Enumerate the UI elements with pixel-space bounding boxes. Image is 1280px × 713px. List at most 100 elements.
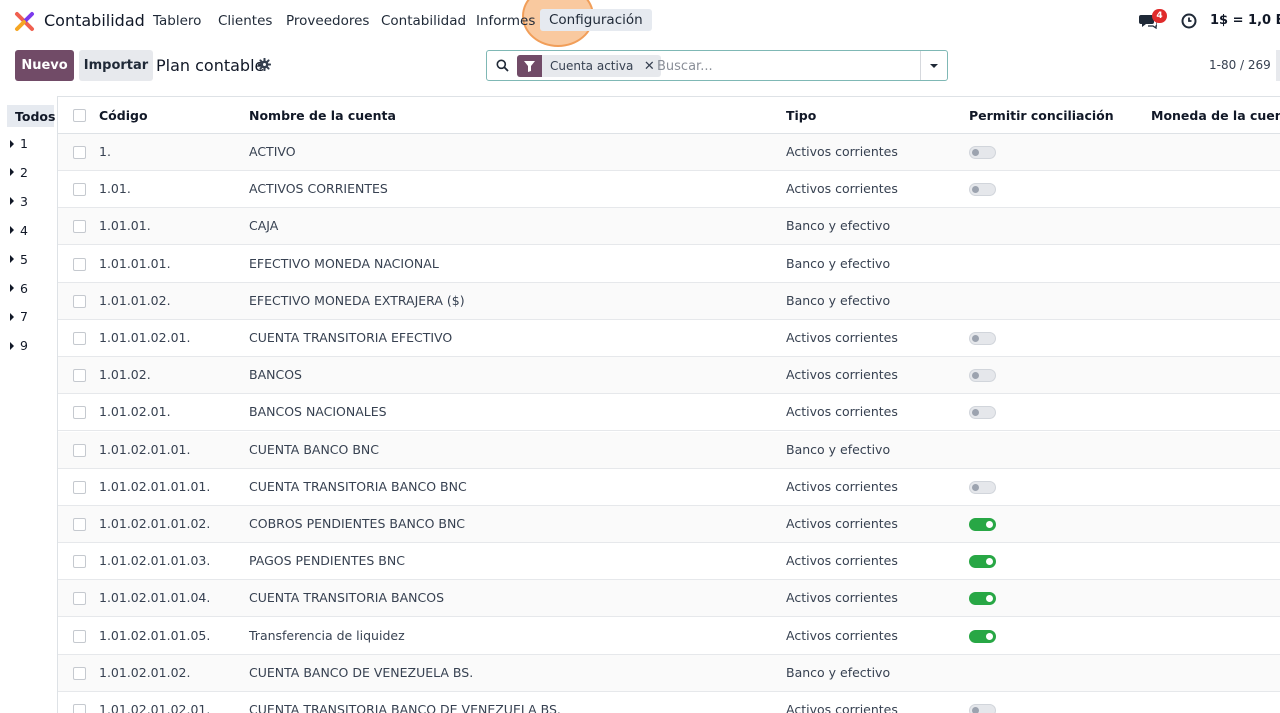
cell-code: 1.01.01.02.01. (99, 330, 191, 345)
sidebar-item-label: 6 (20, 280, 28, 296)
caret-right-icon (10, 168, 14, 177)
cell-name: CUENTA TRANSITORIA BANCO BNC (249, 478, 467, 494)
row-checkbox[interactable] (73, 555, 86, 569)
menu-proveedores[interactable]: Proveedores (286, 13, 369, 29)
menu-clientes[interactable]: Clientes (218, 13, 272, 29)
row-checkbox[interactable] (73, 257, 86, 271)
sidebar-item-group[interactable]: 7 (10, 309, 28, 324)
row-checkbox[interactable] (73, 592, 86, 606)
clock-icon[interactable] (1181, 13, 1197, 29)
row-checkbox[interactable] (73, 629, 86, 643)
sidebar-item-group[interactable]: 9 (10, 338, 28, 353)
sidebar-item-group[interactable]: 3 (10, 194, 28, 209)
table-row[interactable]: 1.01. ACTIVOS CORRIENTES Activos corriente… (58, 171, 1280, 209)
gear-icon[interactable] (258, 58, 271, 71)
top-navbar: Contabilidad Tablero Clientes Proveedore… (0, 0, 1280, 47)
sidebar-item-label: 5 (20, 251, 28, 267)
table-row[interactable]: 1.01.02.01.01. CUENTA BANCO BNC Banco y ef… (58, 431, 1280, 469)
row-checkbox[interactable] (73, 332, 86, 345)
search-bar: Cuenta activa ✕ (486, 50, 948, 81)
row-checkbox[interactable] (73, 480, 86, 494)
table-row[interactable]: 1.01.02.01.01.02. COBROS PENDIENTES BANCO… (58, 506, 1280, 543)
table-row[interactable]: 1.01.01.02.01. CUENTA TRANSITORIA EFECTIV… (58, 320, 1280, 357)
sidebar-item-group[interactable]: 5 (10, 252, 28, 267)
reconcile-toggle[interactable] (969, 629, 996, 643)
column-header-currency[interactable]: Moneda de la cuenta (1151, 108, 1280, 123)
row-checkbox[interactable] (73, 406, 86, 420)
cell-code: 1.01.02.01.01.03. (99, 553, 211, 569)
table-row[interactable]: 1.01.02.01.02.01. CUENTA TRANSITORIA BANC… (58, 692, 1280, 713)
chat-count-badge: 4 (1152, 9, 1167, 23)
reconcile-toggle[interactable] (969, 406, 996, 420)
select-all-checkbox[interactable] (73, 109, 86, 122)
table-row[interactable]: 1.01.01. CAJA Banco y efectivo (58, 208, 1280, 246)
sidebar-item-group[interactable]: 4 (10, 223, 28, 238)
chevron-down-icon (930, 63, 938, 68)
table-row[interactable]: 1.01.02.01.02. CUENTA BANCO DE VENEZUELA … (58, 654, 1280, 692)
caret-right-icon (10, 226, 14, 235)
cell-code: 1.01.02.01.01.05. (99, 627, 211, 643)
table-row[interactable]: 1.01.01.01. EFECTIVO MONEDA NACIONAL Banco… (58, 245, 1280, 283)
column-header-reconcile[interactable]: Permitir conciliación (969, 108, 1114, 123)
cell-type: Activos corrientes (786, 367, 898, 383)
reconcile-toggle[interactable] (969, 704, 996, 713)
accounting-app-logo-icon[interactable] (14, 11, 35, 32)
reconcile-toggle[interactable] (969, 480, 996, 494)
table-row[interactable]: 1.01.02.01.01.04. CUENTA TRANSITORIA BANC… (58, 580, 1280, 618)
reconcile-toggle[interactable] (969, 369, 996, 383)
reconcile-toggle[interactable] (969, 332, 996, 345)
cell-code: 1.01.02. (99, 367, 151, 383)
table-row[interactable]: 1.01.02.01. BANCOS NACIONALES Activos corr… (58, 394, 1280, 432)
cell-name: EFECTIVO MONEDA NACIONAL (249, 255, 439, 271)
cell-name: Transferencia de liquidez (249, 627, 405, 643)
filter-icon (517, 55, 542, 77)
row-checkbox[interactable] (73, 220, 86, 234)
table-row[interactable]: 1. ACTIVO Activos corrientes (58, 134, 1280, 171)
sidebar-item-group[interactable]: 6 (10, 281, 28, 296)
menu-configuracion[interactable]: Configuración (540, 9, 652, 31)
search-icon[interactable] (496, 59, 509, 72)
table-row[interactable]: 1.01.02.01.01.05. Transferencia de liquid… (58, 617, 1280, 655)
reconcile-toggle[interactable] (969, 592, 996, 606)
pager-previous-button[interactable] (1276, 50, 1280, 81)
row-checkbox[interactable] (73, 294, 86, 308)
column-header-type[interactable]: Tipo (786, 108, 816, 123)
reconcile-toggle[interactable] (969, 146, 996, 159)
app-name[interactable]: Contabilidad (44, 11, 145, 30)
sidebar-item-group[interactable]: 2 (10, 165, 28, 180)
menu-contabilidad[interactable]: Contabilidad (381, 13, 466, 29)
reconcile-toggle[interactable] (969, 555, 996, 569)
column-header-code[interactable]: Código (99, 108, 148, 123)
cell-name: CUENTA TRANSITORIA EFECTIVO (249, 330, 453, 345)
close-icon[interactable]: ✕ (641, 55, 657, 77)
row-checkbox[interactable] (73, 369, 86, 383)
cell-name: ACTIVO (249, 144, 296, 159)
reconcile-toggle[interactable] (969, 518, 996, 531)
new-button[interactable]: Nuevo (15, 50, 74, 81)
row-checkbox[interactable] (73, 666, 86, 680)
reconcile-toggle[interactable] (969, 183, 996, 197)
exchange-rate[interactable]: 1$ = 1,0 Bs. (1210, 13, 1280, 28)
table-row[interactable]: 1.01.02.01.01.01. CUENTA TRANSITORIA BANC… (58, 468, 1280, 506)
table-row[interactable]: 1.01.01.02. EFECTIVO MONEDA EXTRAJERA ($)… (58, 282, 1280, 320)
cell-code: 1.01.02.01.01. (99, 441, 191, 457)
sidebar-item-group[interactable]: 1 (10, 136, 28, 151)
import-button[interactable]: Importar (79, 50, 153, 81)
pager-value[interactable]: 1-80 / 269 (1209, 58, 1271, 72)
row-checkbox[interactable] (73, 518, 86, 531)
column-header-name[interactable]: Nombre de la cuenta (249, 108, 396, 123)
row-checkbox[interactable] (73, 443, 86, 457)
cell-name: CUENTA TRANSITORIA BANCOS (249, 590, 445, 606)
table-row[interactable]: 1.01.02.01.01.03. PAGOS PENDIENTES BNC Act… (58, 543, 1280, 581)
row-checkbox[interactable] (73, 704, 86, 713)
menu-tablero[interactable]: Tablero (153, 13, 201, 29)
row-checkbox[interactable] (73, 146, 86, 159)
row-checkbox[interactable] (73, 183, 86, 197)
search-options-toggle[interactable] (920, 51, 947, 80)
sidebar-item-all[interactable]: Todos (7, 105, 55, 127)
table-row[interactable]: 1.01.02. BANCOS Activos corrientes (58, 357, 1280, 395)
cell-type: Activos corrientes (786, 627, 898, 643)
menu-informes[interactable]: Informes (476, 13, 535, 29)
search-input[interactable] (657, 56, 917, 76)
cell-type: Banco y efectivo (786, 441, 891, 457)
